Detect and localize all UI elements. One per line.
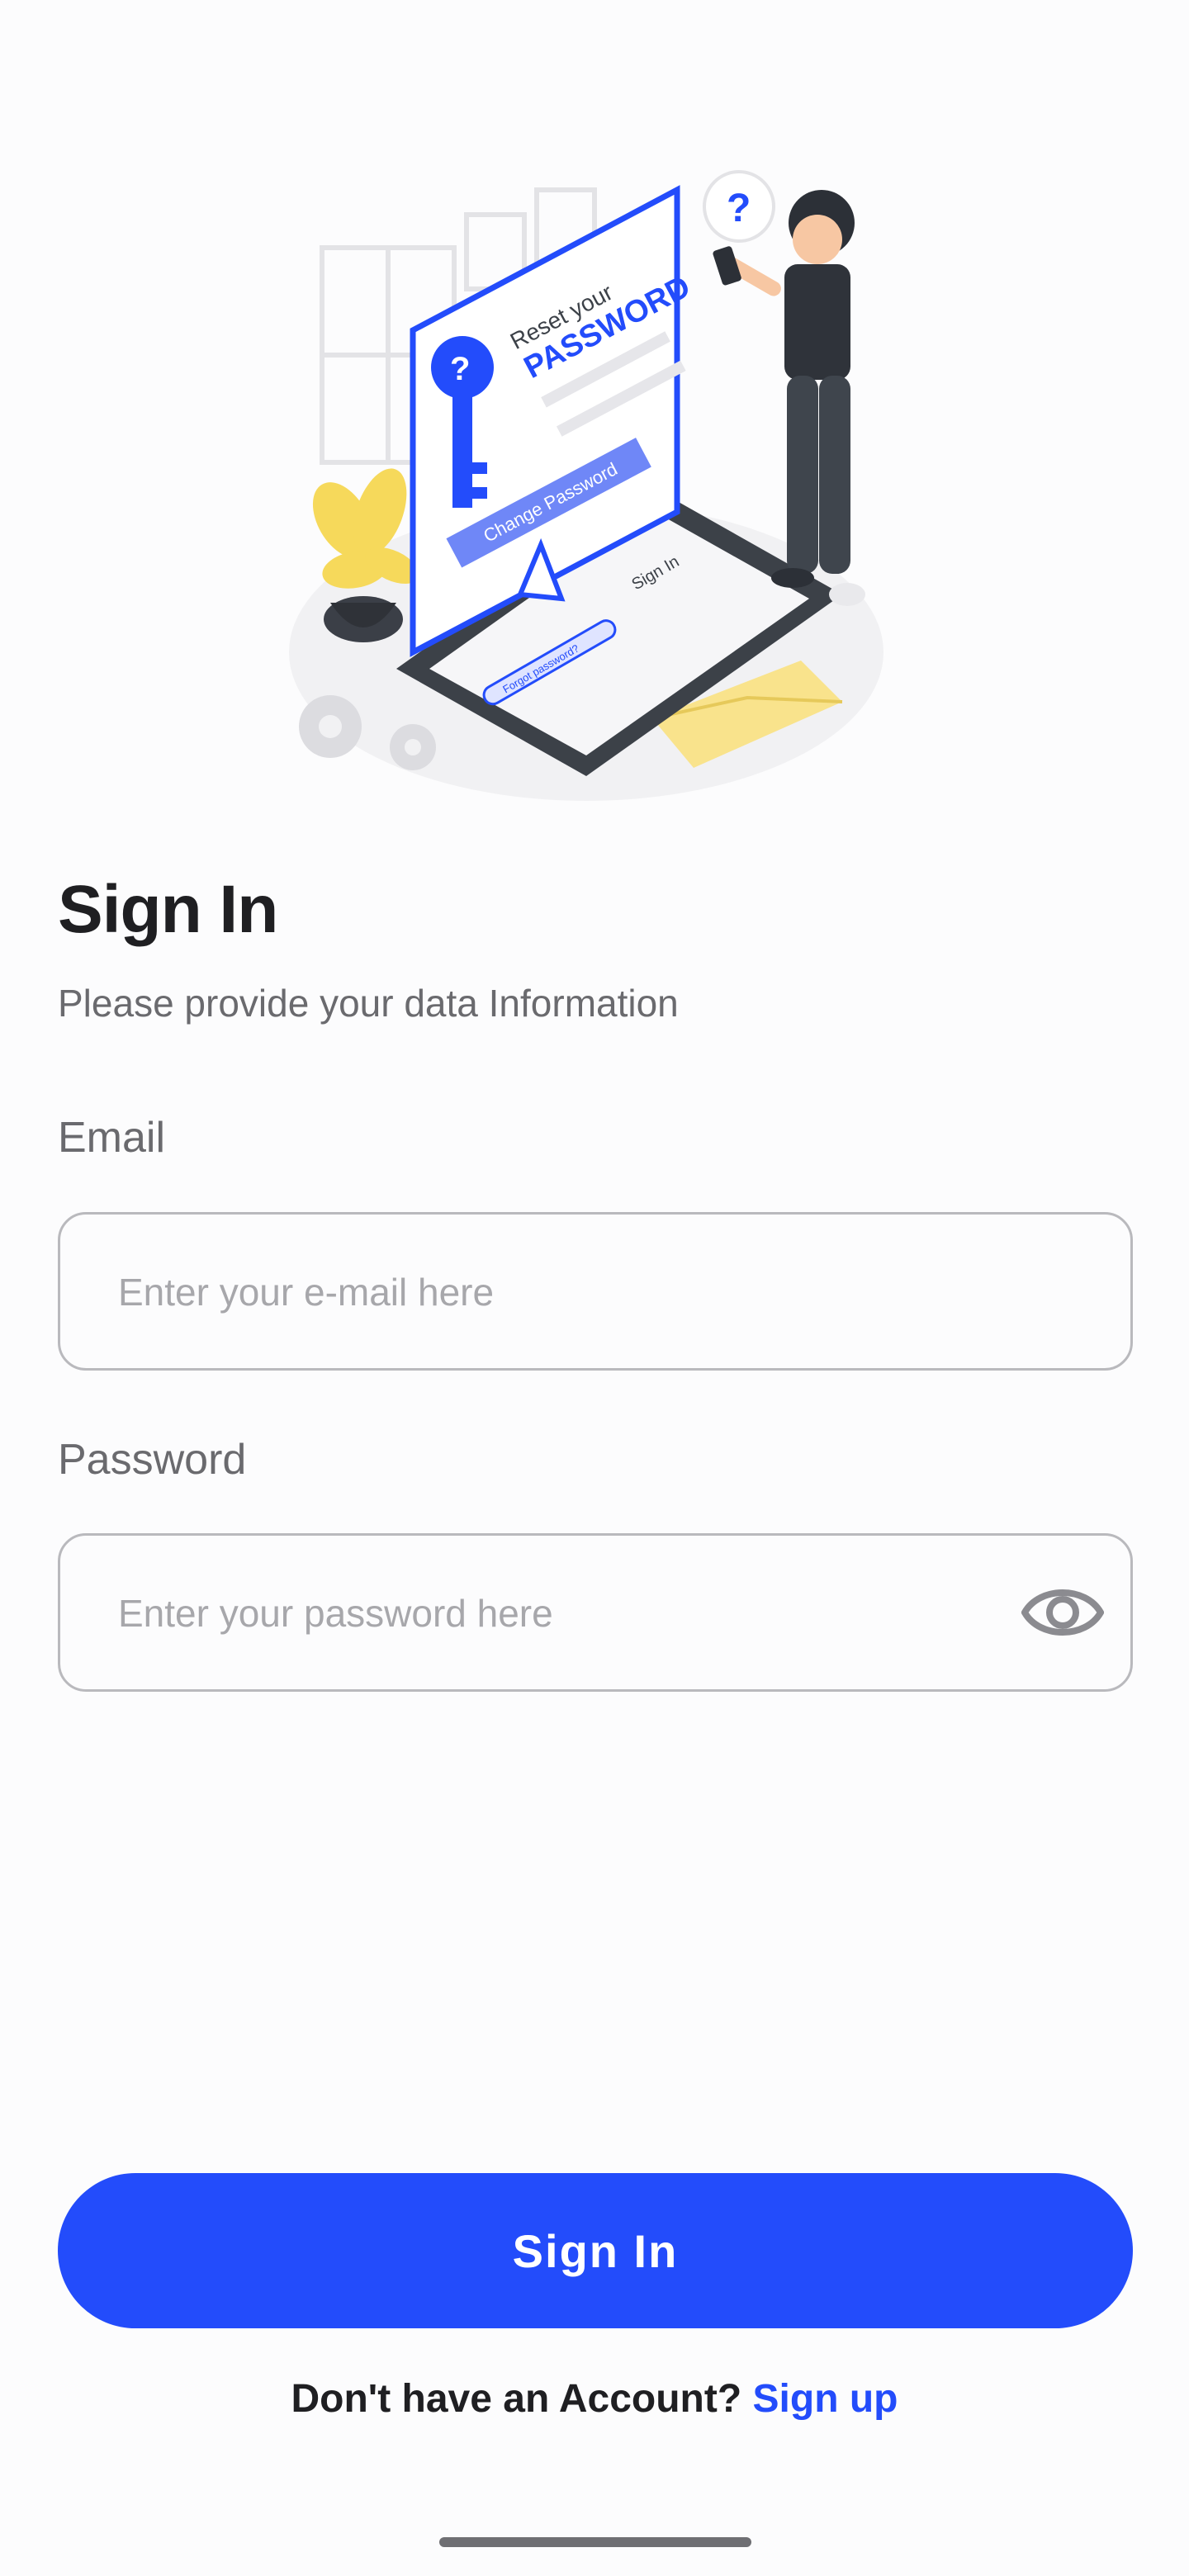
signup-prompt: Don't have an Account? Sign up xyxy=(0,2376,1189,2422)
svg-text:?: ? xyxy=(727,187,751,230)
no-account-text: Don't have an Account? xyxy=(291,2377,742,2421)
page-subtitle: Please provide your data Information xyxy=(58,982,679,1025)
eye-icon xyxy=(1021,1589,1104,1636)
page-title: Sign In xyxy=(58,872,278,947)
email-field-container xyxy=(58,1212,1133,1371)
password-label: Password xyxy=(58,1436,247,1484)
home-indicator xyxy=(439,2537,751,2547)
reset-password-illustration: Sign In Forgot password? Reset your PASS… xyxy=(264,157,925,801)
email-input[interactable] xyxy=(116,1215,945,1370)
sign-up-link[interactable]: Sign up xyxy=(753,2377,898,2421)
password-input[interactable] xyxy=(116,1536,945,1691)
email-label: Email xyxy=(58,1114,166,1162)
sign-in-button[interactable]: Sign In xyxy=(58,2173,1133,2328)
svg-text:?: ? xyxy=(450,351,470,387)
password-field-container xyxy=(58,1533,1133,1692)
toggle-password-visibility-button[interactable] xyxy=(1020,1570,1106,1655)
